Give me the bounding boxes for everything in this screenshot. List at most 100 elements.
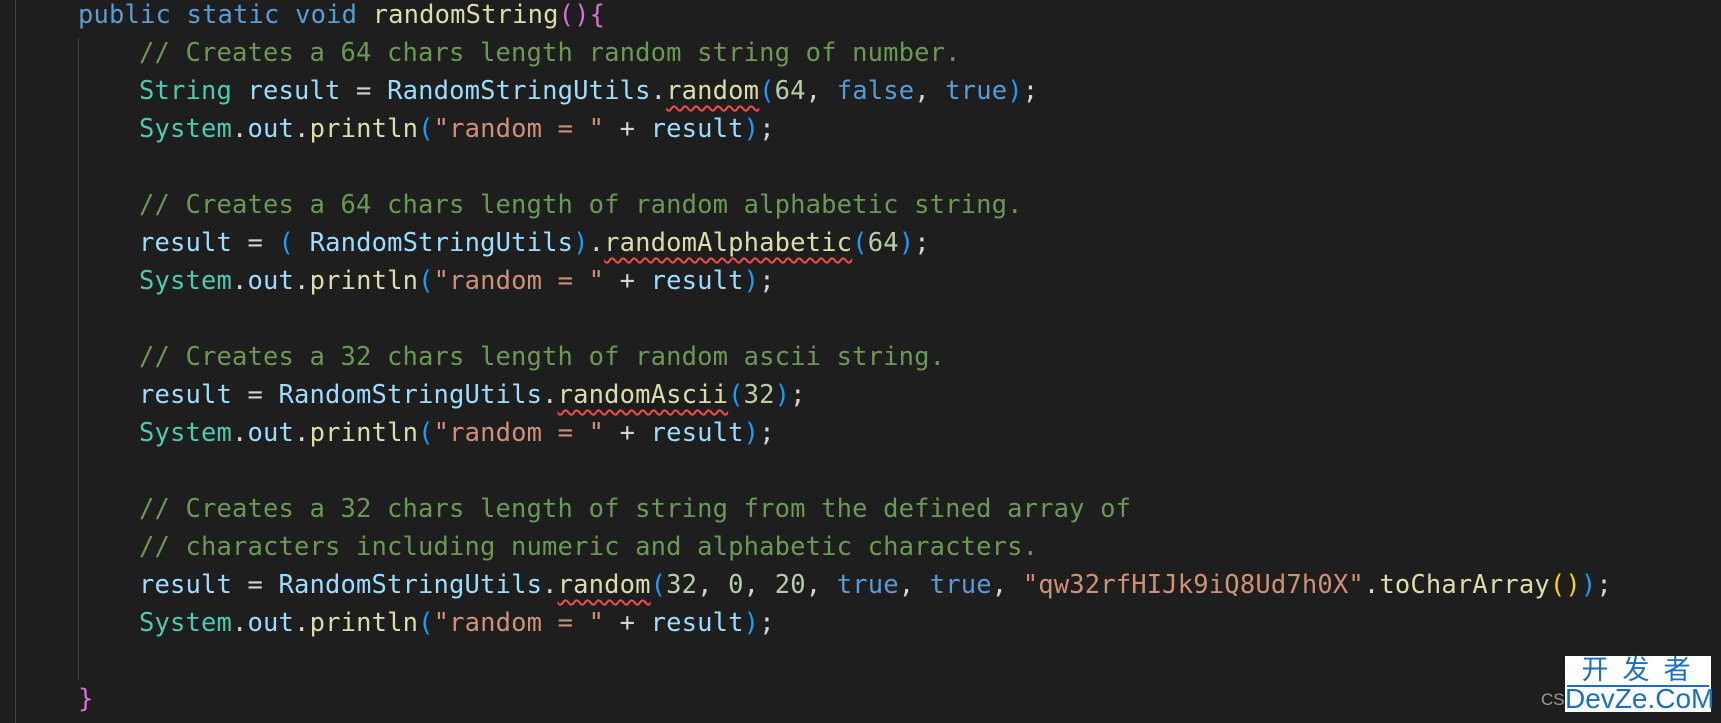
code-token: // Creates a 32 chars length of random a… — [139, 342, 946, 372]
code-token: result — [650, 608, 744, 638]
code-line[interactable]: System.out.println("random = " + result)… — [139, 604, 775, 642]
code-token: , — [991, 570, 1023, 600]
code-token: , — [914, 76, 946, 106]
code-token: ( — [650, 570, 667, 600]
code-token: RandomStringUtils — [309, 228, 574, 258]
code-line[interactable]: System.out.println("random = " + result)… — [139, 262, 775, 300]
code-token: ( — [418, 608, 434, 638]
watermark-bottom-text: DevZe.CoM — [1565, 683, 1715, 714]
code-token: ( — [759, 76, 775, 106]
code-token: result — [650, 418, 744, 448]
code-token: String — [139, 76, 233, 106]
code-token: . — [232, 266, 248, 296]
code-token: println — [309, 608, 419, 638]
code-token: ; — [759, 266, 775, 296]
code-line[interactable]: // Creates a 64 chars length of random a… — [139, 186, 1023, 224]
code-token: "random = " — [433, 266, 605, 296]
code-token-error: randomAlphabetic — [604, 228, 853, 258]
code-token: result — [650, 266, 744, 296]
code-line[interactable]: result = RandomStringUtils.randomAscii(3… — [139, 376, 806, 414]
code-token: "random = " — [433, 608, 605, 638]
code-token: . — [232, 114, 248, 144]
code-token: void — [295, 0, 358, 30]
code-line[interactable]: result = RandomStringUtils.random(32, 0,… — [139, 566, 1612, 604]
code-token: { — [589, 0, 606, 30]
code-line[interactable]: System.out.println("random = " + result)… — [139, 110, 775, 148]
code-token: println — [309, 266, 419, 296]
code-token: + — [604, 114, 651, 144]
code-token: . — [232, 418, 248, 448]
code-token: 64 — [774, 76, 806, 106]
code-token: ; — [759, 608, 775, 638]
watermark-top-text: 开发者 — [1581, 655, 1705, 685]
code-token: + — [604, 608, 651, 638]
code-token: result — [650, 114, 744, 144]
code-token: . — [294, 608, 310, 638]
code-token: ) — [774, 380, 791, 410]
code-token: = — [232, 380, 279, 410]
indent-guide-method-body — [78, 38, 79, 680]
code-line[interactable]: System.out.println("random = " + result)… — [139, 414, 775, 452]
code-line[interactable]: } — [78, 680, 94, 718]
code-token: } — [78, 684, 94, 714]
code-token: . — [588, 228, 605, 258]
code-editor[interactable]: public static void randomString(){ // Cre… — [0, 0, 1721, 723]
code-token: RandomStringUtils — [278, 570, 543, 600]
code-line[interactable]: // Creates a 32 chars length of random a… — [139, 338, 945, 376]
code-token: out — [247, 266, 295, 296]
code-token: 64 — [867, 228, 899, 258]
code-token: true — [836, 570, 899, 600]
code-token: println — [309, 418, 419, 448]
code-line[interactable]: public static void randomString(){ — [78, 0, 605, 34]
code-token: ; — [1022, 76, 1039, 106]
code-token: . — [294, 114, 310, 144]
code-token: true — [945, 76, 1008, 106]
code-token: System — [139, 114, 233, 144]
code-line[interactable]: // characters including numeric and alph… — [139, 528, 1038, 566]
code-token: () — [1549, 570, 1581, 600]
code-token: ; — [759, 114, 775, 144]
code-token: System — [139, 608, 233, 638]
code-token: . — [294, 266, 310, 296]
code-token: 32 — [743, 380, 775, 410]
code-line[interactable]: // Creates a 32 chars length of string f… — [139, 490, 1131, 528]
code-line[interactable]: result = ( RandomStringUtils).randomAlph… — [139, 224, 930, 262]
code-token: ) — [743, 608, 760, 638]
code-token: out — [247, 418, 295, 448]
code-token: 32 — [666, 570, 698, 600]
code-token: public — [78, 0, 172, 30]
code-line[interactable]: // Creates a 64 chars length random stri… — [139, 34, 961, 72]
code-token: ) — [743, 418, 760, 448]
code-token: result — [139, 570, 233, 600]
code-token: ( — [418, 266, 434, 296]
code-token: , — [697, 570, 729, 600]
code-token: randomString — [372, 0, 559, 30]
code-token: = — [340, 76, 388, 106]
code-token: . — [1363, 570, 1380, 600]
code-token: = — [232, 228, 279, 258]
code-token: // Creates a 64 chars length of random a… — [139, 190, 1023, 220]
code-token: // Creates a 64 chars length random stri… — [139, 38, 961, 68]
code-token: ) — [898, 228, 915, 258]
code-token: . — [650, 76, 667, 106]
code-line[interactable]: String result = RandomStringUtils.random… — [139, 72, 1038, 110]
code-token: System — [139, 418, 233, 448]
code-token: ( — [278, 228, 295, 258]
code-token: . — [232, 608, 248, 638]
code-token: , — [898, 570, 930, 600]
code-token: "random = " — [433, 114, 605, 144]
code-token: ) — [1007, 76, 1023, 106]
code-token: ( — [418, 418, 434, 448]
code-token: + — [604, 418, 651, 448]
code-token: . — [294, 418, 310, 448]
code-token: "qw32rfHIJk9iQ8Ud7h0X" — [1022, 570, 1364, 600]
code-token-error: randomAscii — [557, 380, 729, 410]
code-token: ; — [914, 228, 930, 258]
code-token: RandomStringUtils — [278, 380, 543, 410]
code-token: result — [247, 76, 341, 106]
watermark-prefix: CS — [1541, 690, 1565, 709]
code-token: ; — [1596, 570, 1612, 600]
code-token: false — [836, 76, 915, 106]
code-token: ( — [418, 114, 434, 144]
